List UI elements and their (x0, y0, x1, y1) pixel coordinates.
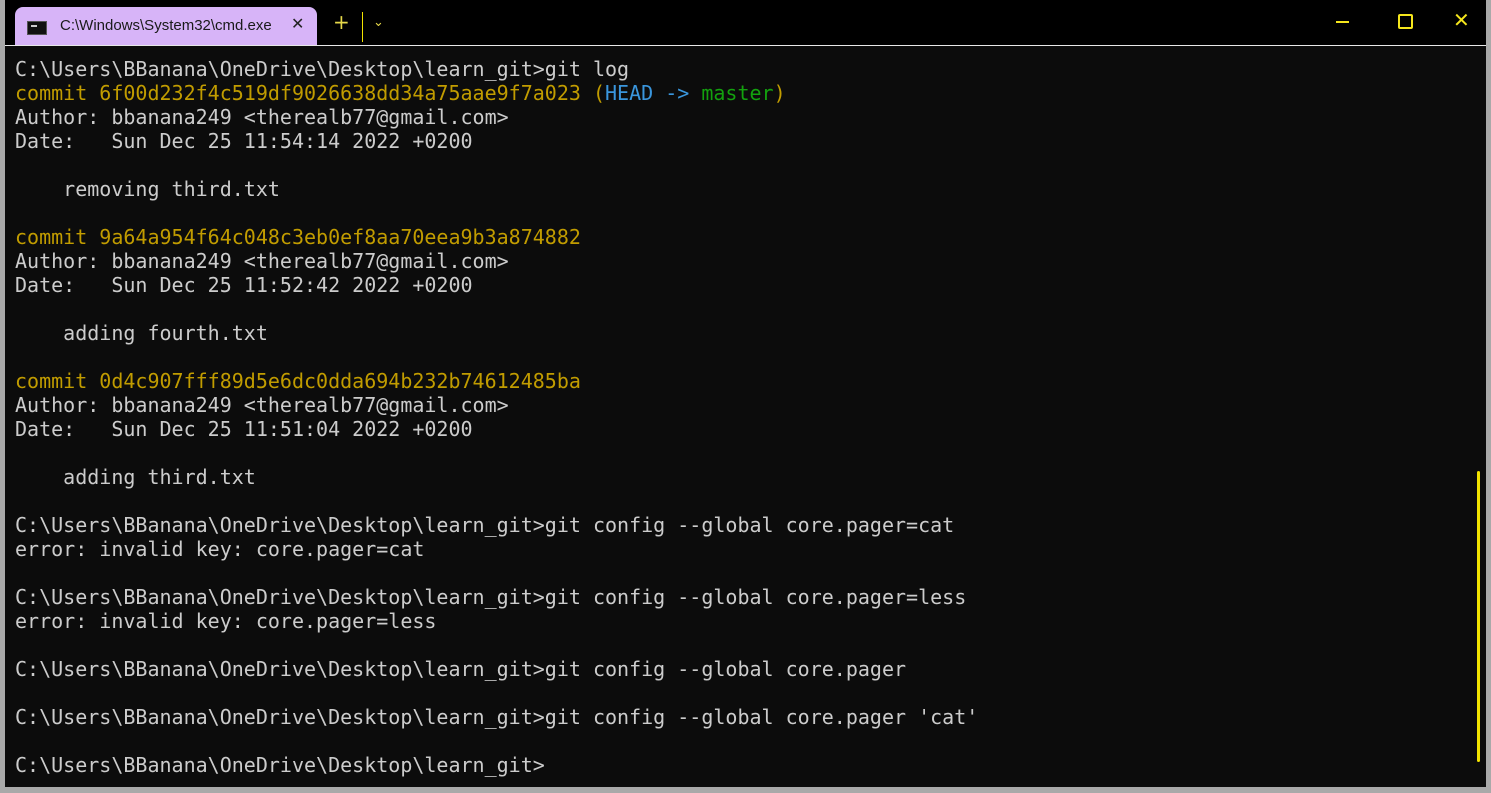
terminal-text: Date: Sun Dec 25 11:54:14 2022 +0200 (15, 129, 473, 153)
terminal-text: master (701, 81, 774, 105)
maximize-button[interactable] (1398, 14, 1413, 29)
chevron-down-icon[interactable]: ⌄ (373, 15, 384, 30)
terminal-text: C:\Users\BBanana\OneDrive\Desktop\learn_… (15, 657, 907, 681)
terminal-line: removing third.txt (15, 177, 978, 201)
terminal-line: error: invalid key: core.pager=cat (15, 537, 978, 561)
terminal-line: C:\Users\BBanana\OneDrive\Desktop\learn_… (15, 585, 978, 609)
terminal-text: Author: bbanana249 <therealb77@gmail.com… (15, 393, 509, 417)
tab-cmd[interactable]: C:\Windows\System32\cmd.exe ✕ (15, 7, 317, 46)
terminal-line: Date: Sun Dec 25 11:54:14 2022 +0200 (15, 129, 978, 153)
terminal-output[interactable]: C:\Users\BBanana\OneDrive\Desktop\learn_… (5, 46, 1486, 787)
terminal-text: C:\Users\BBanana\OneDrive\Desktop\learn_… (15, 753, 545, 777)
terminal-line: commit 0d4c907fff89d5e6dc0dda694b232b746… (15, 369, 978, 393)
terminal-text: commit 0d4c907fff89d5e6dc0dda694b232b746… (15, 369, 581, 393)
terminal-text: commit 6f00d232f4c519df9026638dd34a75aae… (15, 81, 593, 105)
divider (362, 12, 363, 42)
terminal-lines: C:\Users\BBanana\OneDrive\Desktop\learn_… (15, 57, 978, 777)
terminal-line: adding third.txt (15, 465, 978, 489)
terminal-line: Author: bbanana249 <therealb77@gmail.com… (15, 105, 978, 129)
terminal-text: Date: Sun Dec 25 11:52:42 2022 +0200 (15, 273, 473, 297)
terminal-text: error: invalid key: core.pager=cat (15, 537, 425, 561)
scrollbar[interactable] (1477, 471, 1480, 762)
terminal-text: error: invalid key: core.pager=less (15, 609, 437, 633)
terminal-line: C:\Users\BBanana\OneDrive\Desktop\learn_… (15, 753, 978, 777)
new-tab-button[interactable]: + (333, 12, 350, 32)
terminal-line: error: invalid key: core.pager=less (15, 609, 978, 633)
terminal-text: adding fourth.txt (15, 321, 268, 345)
terminal-text: C:\Users\BBanana\OneDrive\Desktop\learn_… (15, 57, 630, 81)
terminal-line: adding fourth.txt (15, 321, 978, 345)
tab-title: C:\Windows\System32\cmd.exe (60, 17, 272, 34)
terminal-line: Author: bbanana249 <therealb77@gmail.com… (15, 249, 978, 273)
terminal-text: Date: Sun Dec 25 11:51:04 2022 +0200 (15, 417, 473, 441)
terminal-text: C:\Users\BBanana\OneDrive\Desktop\learn_… (15, 513, 955, 537)
terminal-text: commit 9a64a954f64c048c3eb0ef8aa70eea9b3… (15, 225, 581, 249)
terminal-line: C:\Users\BBanana\OneDrive\Desktop\learn_… (15, 705, 978, 729)
terminal-line: C:\Users\BBanana\OneDrive\Desktop\learn_… (15, 657, 978, 681)
terminal-line: Date: Sun Dec 25 11:52:42 2022 +0200 (15, 273, 978, 297)
terminal-text: ) (773, 81, 786, 105)
terminal-text: removing third.txt (15, 177, 280, 201)
terminal-line: Author: bbanana249 <therealb77@gmail.com… (15, 393, 978, 417)
terminal-line: commit 9a64a954f64c048c3eb0ef8aa70eea9b3… (15, 225, 978, 249)
terminal-line: commit 6f00d232f4c519df9026638dd34a75aae… (15, 81, 978, 105)
terminal-icon (27, 21, 47, 35)
terminal-text: Author: bbanana249 <therealb77@gmail.com… (15, 105, 509, 129)
tab-close-icon[interactable]: ✕ (291, 14, 304, 33)
terminal-text: adding third.txt (15, 465, 256, 489)
terminal-line: C:\Users\BBanana\OneDrive\Desktop\learn_… (15, 57, 978, 81)
title-bar: C:\Windows\System32\cmd.exe ✕ + ⌄ ✕ (5, 0, 1486, 46)
close-button[interactable]: ✕ (1453, 10, 1470, 30)
terminal-text: C:\Users\BBanana\OneDrive\Desktop\learn_… (15, 585, 967, 609)
terminal-text: ( (592, 81, 606, 105)
terminal-line: C:\Users\BBanana\OneDrive\Desktop\learn_… (15, 513, 978, 537)
terminal-line: Date: Sun Dec 25 11:51:04 2022 +0200 (15, 417, 978, 441)
terminal-text: HEAD -> (605, 81, 702, 105)
terminal-text: Author: bbanana249 <therealb77@gmail.com… (15, 249, 509, 273)
terminal-text: C:\Users\BBanana\OneDrive\Desktop\learn_… (15, 705, 979, 729)
